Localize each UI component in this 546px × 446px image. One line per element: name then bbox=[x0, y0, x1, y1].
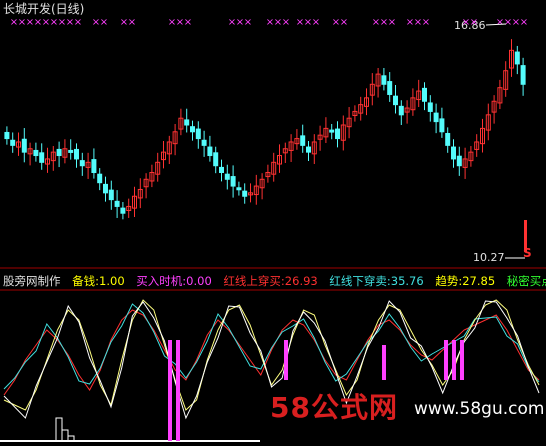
indicator-item-5: 秘密买点:( bbox=[506, 274, 546, 288]
candle-body bbox=[79, 160, 85, 167]
marker-x: × bbox=[388, 17, 396, 28]
candle-body bbox=[335, 128, 340, 140]
candle-body bbox=[56, 148, 62, 157]
candle-body bbox=[398, 105, 404, 116]
candle-body bbox=[456, 155, 462, 167]
candle-body bbox=[114, 200, 120, 207]
marker-x: × bbox=[74, 17, 82, 28]
marker-x: × bbox=[100, 17, 108, 28]
chart-window: { "window": { "title": "长城开发(日线)", "high… bbox=[0, 0, 546, 446]
candle-body bbox=[393, 95, 398, 106]
candle-body bbox=[103, 183, 108, 194]
candle-body bbox=[201, 139, 207, 146]
watermark-url: www.58gu.com bbox=[414, 399, 545, 419]
marker-x: × bbox=[244, 17, 252, 28]
indicator-legend: 股旁网制作 备钱:1.00 买入时机:0.00 红线上穿买:26.93 红线下穿… bbox=[3, 274, 546, 288]
marker-x: × bbox=[282, 17, 290, 28]
marker-x: × bbox=[184, 17, 192, 28]
indicator-item-2: 红线上穿买:26.93 bbox=[223, 274, 318, 288]
indicator-item-3: 红线下穿卖:35.76 bbox=[329, 274, 424, 288]
buy-signal-bar bbox=[444, 340, 448, 380]
buy-signal-bar bbox=[460, 340, 464, 380]
candle-body bbox=[190, 126, 195, 133]
candle-body bbox=[91, 159, 97, 174]
candle-body bbox=[422, 87, 427, 102]
secret-buy-box bbox=[55, 417, 63, 442]
cyan-line bbox=[3, 303, 540, 390]
indicator-item-0: 备钱:1.00 bbox=[72, 274, 125, 288]
candle-body bbox=[21, 138, 27, 153]
candle-body bbox=[230, 176, 236, 187]
candle-body bbox=[219, 166, 224, 174]
candle-body bbox=[300, 135, 306, 146]
candle-body bbox=[10, 139, 16, 146]
marker-x: × bbox=[520, 17, 528, 28]
buy-signal-bar bbox=[284, 340, 288, 380]
candle-body bbox=[306, 146, 311, 153]
candle-body bbox=[39, 152, 45, 163]
secret-buy-box bbox=[61, 429, 69, 442]
marker-x: × bbox=[422, 17, 430, 28]
candle-body bbox=[33, 149, 39, 157]
watermark-logo: 58公式网 bbox=[270, 391, 398, 424]
buy-signal-bar bbox=[176, 340, 180, 441]
marker-x: × bbox=[470, 17, 478, 28]
candle-body bbox=[439, 118, 445, 133]
candle-body bbox=[207, 146, 213, 157]
marker-x: × bbox=[128, 17, 136, 28]
candle-body bbox=[451, 146, 456, 160]
candle-body bbox=[4, 131, 10, 140]
candle-body bbox=[387, 81, 393, 95]
candle-body bbox=[381, 75, 387, 85]
buy-signal-bar bbox=[452, 340, 456, 380]
indicator-item-1: 买入时机:0.00 bbox=[136, 274, 212, 288]
candle-body bbox=[108, 189, 114, 201]
candle-body bbox=[427, 102, 433, 112]
price-chart: × × × × × × × × × × × × × × × × × × × × × × × × × × × × × × × × × × × × × × × bbox=[0, 17, 546, 442]
indicator-name: 股旁网制作 bbox=[3, 274, 61, 288]
candle-body bbox=[74, 148, 79, 160]
marker-x: × bbox=[340, 17, 348, 28]
indicator-item-4: 趋势:27.85 bbox=[435, 274, 496, 288]
last-candle-drop bbox=[524, 220, 527, 252]
candle-body bbox=[120, 207, 126, 214]
candle-body bbox=[520, 65, 526, 85]
buy-signal-bar bbox=[382, 345, 386, 380]
candle-body bbox=[97, 173, 103, 184]
candle-body bbox=[184, 119, 190, 126]
candle-body bbox=[445, 132, 451, 146]
candle-body bbox=[224, 173, 230, 180]
buy-signal-bar bbox=[168, 340, 172, 441]
candle-body bbox=[329, 129, 335, 133]
candle-body bbox=[433, 112, 439, 123]
candle-body bbox=[195, 128, 201, 140]
candle-body bbox=[514, 51, 520, 65]
candle-body bbox=[213, 152, 219, 167]
marker-x: × bbox=[312, 17, 320, 28]
candle-body bbox=[242, 190, 248, 197]
candle-body bbox=[68, 149, 74, 153]
candle-body bbox=[236, 187, 242, 191]
